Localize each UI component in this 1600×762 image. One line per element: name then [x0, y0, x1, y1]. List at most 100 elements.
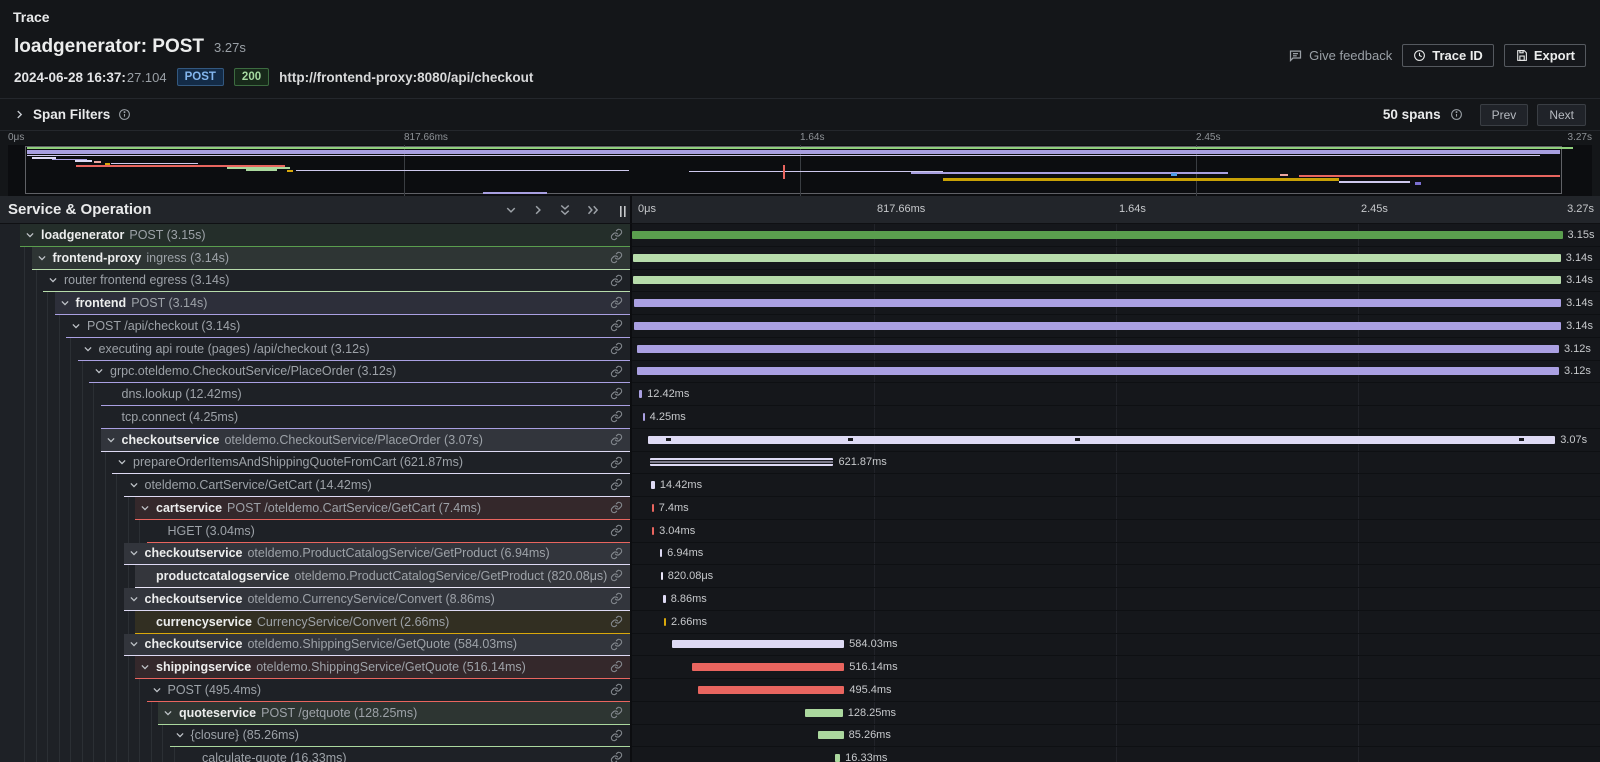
span-link-icon[interactable] [610, 342, 623, 358]
span-link-icon[interactable] [610, 296, 623, 312]
span-name-cell[interactable]: productcatalogserviceoteldemo.ProductCat… [0, 565, 632, 588]
prev-button[interactable]: Prev [1480, 104, 1529, 126]
span-duration-bar[interactable] [652, 527, 654, 535]
span-duration-bar[interactable] [652, 504, 654, 512]
span-duration-bar[interactable] [637, 367, 1559, 375]
chevron-down-icon[interactable] [24, 230, 36, 240]
span-link-icon[interactable] [610, 410, 623, 426]
span-name-cell[interactable]: checkoutserviceoteldemo.CheckoutService/… [0, 429, 632, 452]
span-link-icon[interactable] [610, 478, 623, 494]
trace-id-button[interactable]: Trace ID [1402, 44, 1494, 67]
span-link-icon[interactable] [610, 274, 623, 290]
span-name-cell[interactable]: executing api route (pages) /api/checkou… [0, 338, 632, 361]
span-duration-bar[interactable] [643, 413, 645, 421]
expand-one-icon[interactable] [532, 204, 544, 216]
span-link-icon[interactable] [610, 592, 623, 608]
span-name-cell[interactable]: calculate-quote (16.33ms) [0, 747, 632, 762]
chevron-down-icon[interactable] [128, 639, 140, 649]
span-name-cell[interactable]: router frontend egress (3.14s) [0, 270, 632, 293]
span-name-cell[interactable]: dns.lookup (12.42ms) [0, 383, 632, 406]
span-duration-bar[interactable] [818, 731, 843, 739]
span-name-cell[interactable]: currencyserviceCurrencyService/Convert (… [0, 611, 632, 634]
chevron-down-icon[interactable] [82, 344, 94, 354]
chevron-down-icon[interactable] [174, 730, 186, 740]
span-name-cell[interactable]: tcp.connect (4.25ms) [0, 406, 632, 429]
span-duration-bar[interactable] [637, 345, 1559, 353]
span-duration-bar[interactable] [633, 276, 1561, 284]
chevron-down-icon[interactable] [93, 366, 105, 376]
span-duration-bar[interactable] [672, 640, 845, 648]
chevron-down-icon[interactable] [162, 708, 174, 718]
chevron-down-icon[interactable] [59, 298, 71, 308]
span-duration-bar[interactable] [632, 231, 1563, 239]
span-name-cell[interactable]: frontendPOST (3.14s) [0, 292, 632, 315]
span-duration-bar[interactable] [648, 436, 1555, 444]
span-duration-bar[interactable] [664, 618, 666, 626]
span-link-icon[interactable] [610, 615, 623, 631]
chevron-down-icon[interactable] [139, 662, 151, 672]
span-link-icon[interactable] [610, 319, 623, 335]
chevron-down-icon[interactable] [128, 548, 140, 558]
span-duration-bar[interactable] [663, 595, 666, 603]
chevron-down-icon[interactable] [139, 503, 151, 513]
span-name-cell[interactable]: POST (495.4ms) [0, 679, 632, 702]
span-link-icon[interactable] [610, 228, 623, 244]
next-button[interactable]: Next [1537, 104, 1586, 126]
expand-all-icon[interactable] [586, 204, 600, 216]
chevron-down-icon[interactable] [36, 253, 48, 263]
span-duration-bar[interactable] [692, 663, 844, 671]
span-name-cell[interactable]: checkoutserviceoteldemo.ShippingService/… [0, 634, 632, 657]
span-link-icon[interactable] [610, 729, 623, 745]
span-name-cell[interactable]: shippingserviceoteldemo.ShippingService/… [0, 656, 632, 679]
chevron-down-icon[interactable] [128, 480, 140, 490]
span-name-cell[interactable]: prepareOrderItemsAndShippingQuoteFromCar… [0, 452, 632, 475]
span-link-icon[interactable] [610, 524, 623, 540]
span-link-icon[interactable] [610, 456, 623, 472]
span-name-cell[interactable]: checkoutserviceoteldemo.ProductCatalogSe… [0, 543, 632, 566]
span-link-icon[interactable] [610, 547, 623, 563]
span-name-cell[interactable]: oteldemo.CartService/GetCart (14.42ms) [0, 474, 632, 497]
span-link-icon[interactable] [610, 251, 623, 267]
span-duration-bar[interactable] [661, 572, 663, 580]
span-name-cell[interactable]: {closure} (85.26ms) [0, 725, 632, 748]
span-duration-bar[interactable] [805, 709, 843, 717]
span-link-icon[interactable] [610, 387, 623, 403]
span-link-icon[interactable] [610, 660, 623, 676]
span-name-cell[interactable]: frontend-proxyingress (3.14s) [0, 247, 632, 270]
column-resize-handle[interactable] [619, 205, 627, 220]
span-link-icon[interactable] [610, 501, 623, 517]
minimap-canvas[interactable] [8, 145, 1592, 196]
collapse-all-icon[interactable] [559, 203, 571, 217]
span-link-icon[interactable] [610, 638, 623, 654]
collapse-one-icon[interactable] [505, 204, 517, 216]
span-link-icon[interactable] [610, 706, 623, 722]
chevron-down-icon[interactable] [151, 685, 163, 695]
span-duration-bar[interactable] [651, 481, 655, 489]
span-duration-bar[interactable] [634, 299, 1561, 307]
span-link-icon[interactable] [610, 751, 623, 762]
span-name-cell[interactable]: cartservicePOST /oteldemo.CartService/Ge… [0, 497, 632, 520]
span-duration-bar[interactable] [639, 390, 643, 398]
chevron-down-icon[interactable] [70, 321, 82, 331]
span-link-icon[interactable] [610, 569, 623, 585]
span-duration-bar[interactable] [650, 458, 834, 466]
chevron-down-icon[interactable] [47, 275, 59, 285]
span-duration-bar[interactable] [634, 322, 1561, 330]
span-link-icon[interactable] [610, 365, 623, 381]
span-name-cell[interactable]: quoteservicePOST /getquote (128.25ms) [0, 702, 632, 725]
span-link-icon[interactable] [610, 433, 623, 449]
span-duration-bar[interactable] [633, 254, 1561, 262]
span-duration-bar[interactable] [835, 754, 840, 762]
span-link-icon[interactable] [610, 683, 623, 699]
export-button[interactable]: Export [1504, 44, 1586, 67]
span-name-cell[interactable]: checkoutserviceoteldemo.CurrencyService/… [0, 588, 632, 611]
chevron-down-icon[interactable] [116, 457, 128, 467]
span-duration-bar[interactable] [660, 549, 662, 557]
span-name-cell[interactable]: loadgeneratorPOST (3.15s) [0, 224, 632, 247]
span-name-cell[interactable]: HGET (3.04ms) [0, 520, 632, 543]
span-name-cell[interactable]: grpc.oteldemo.CheckoutService/PlaceOrder… [0, 361, 632, 384]
span-filters-toggle[interactable]: Span Filters [14, 107, 131, 122]
chevron-down-icon[interactable] [105, 435, 117, 445]
chevron-down-icon[interactable] [128, 594, 140, 604]
span-name-cell[interactable]: POST /api/checkout (3.14s) [0, 315, 632, 338]
